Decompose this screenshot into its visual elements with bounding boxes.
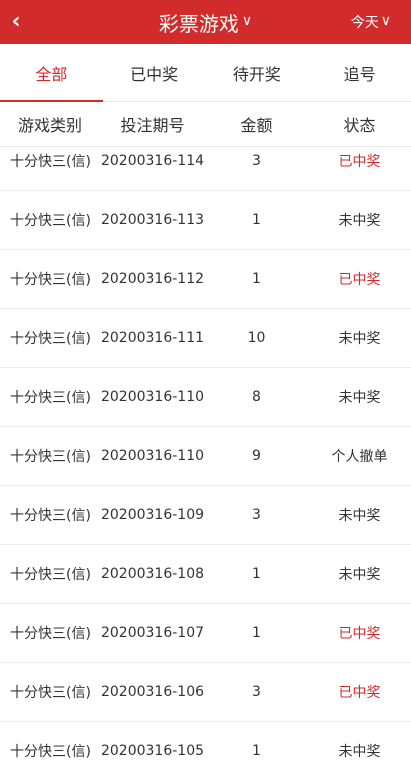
tab-chase[interactable]: 追号 [308,44,411,101]
table-row[interactable]: 十分快三(信) 20200316-108 1 未中奖 [0,545,411,604]
table-row[interactable]: 十分快三(信) 20200316-107 1 已中奖 [0,604,411,663]
cell-game-type: 十分快三(信) [10,213,91,229]
page-title: 彩票游戏 [158,11,239,36]
cell-period: 20200316-110 [100,389,205,405]
cell-amount: 10 [247,330,266,346]
cell-period: 20200316-106 [100,684,205,700]
cell-amount: 1 [252,212,261,228]
date-range-label: 今天 [350,15,379,31]
date-range-dropdown[interactable]: 今天 ∨ [351,0,391,44]
cell-status: 未中奖 [338,213,381,229]
cell-period: 20200316-108 [100,566,205,582]
cell-amount: 1 [252,271,261,287]
header-period: 投注期号 [120,116,185,135]
cell-status: 未中奖 [338,744,381,760]
cell-game-type: 十分快三(信) [10,508,91,524]
tab-won[interactable]: 已中奖 [103,44,206,101]
tab-pending[interactable]: 待开奖 [206,44,309,101]
cell-status: 未中奖 [338,390,381,406]
cell-amount: 1 [252,743,261,759]
tab-bar: 全部 已中奖 待开奖 追号 [0,44,411,102]
cell-period: 20200316-110 [100,448,205,464]
cell-period: 20200316-105 [100,743,205,759]
header-game-type: 游戏类别 [17,116,82,135]
table-row[interactable]: 十分快三(信) 20200316-105 1 未中奖 [0,722,411,776]
cell-amount: 1 [252,566,261,582]
cell-status: 已中奖 [338,626,381,642]
cell-period: 20200316-112 [100,271,205,287]
cell-amount: 3 [252,507,261,523]
chevron-down-icon: ∨ [241,13,253,29]
cell-status: 未中奖 [338,508,381,524]
cell-amount: 3 [252,684,261,700]
cell-period: 20200316-107 [100,625,205,641]
cell-amount: 3 [252,153,261,169]
cell-amount: 9 [252,448,261,464]
table-row[interactable]: 十分快三(信) 20200316-106 3 已中奖 [0,663,411,722]
cell-game-type: 十分快三(信) [10,390,91,406]
table-row[interactable]: 十分快三(信) 20200316-113 1 未中奖 [0,191,411,250]
cell-amount: 1 [252,625,261,641]
table-row[interactable]: 十分快三(信) 20200316-110 9 个人撤单 [0,427,411,486]
table-row[interactable]: 十分快三(信) 20200316-110 8 未中奖 [0,368,411,427]
table-row[interactable]: 十分快三(信) 20200316-112 1 已中奖 [0,250,411,309]
cell-period: 20200316-114 [100,153,205,169]
cell-game-type: 十分快三(信) [10,449,91,465]
header-amount: 金额 [240,116,273,135]
tab-all[interactable]: 全部 [0,44,103,102]
cell-amount: 8 [252,389,261,405]
table-row[interactable]: 十分快三(信) 20200316-114 3 已中奖 [0,146,411,191]
cell-status: 已中奖 [338,272,381,288]
chevron-down-icon: ∨ [380,13,391,29]
cell-period: 20200316-111 [100,330,205,346]
cell-status: 个人撤单 [331,449,388,465]
bet-record-list[interactable]: 十分快三(信) 20200316-114 3 已中奖 十分快三(信) 20200316-1… [0,146,411,776]
cell-period: 20200316-109 [100,507,205,523]
header-status: 状态 [343,116,376,135]
cell-game-type: 十分快三(信) [10,154,91,170]
cell-status: 未中奖 [338,331,381,347]
title-dropdown[interactable]: 彩票游戏 ∨ [0,0,411,44]
cell-game-type: 十分快三(信) [10,744,91,760]
table-header: 游戏类别 投注期号 金额 状态 [0,102,411,147]
cell-status: 已中奖 [338,154,381,170]
cell-game-type: 十分快三(信) [10,272,91,288]
top-bar: ‹ 彩票游戏 ∨ 今天 ∨ [0,0,411,44]
table-row[interactable]: 十分快三(信) 20200316-109 3 未中奖 [0,486,411,545]
table-row[interactable]: 十分快三(信) 20200316-111 10 未中奖 [0,309,411,368]
cell-status: 未中奖 [338,567,381,583]
cell-game-type: 十分快三(信) [10,331,91,347]
cell-game-type: 十分快三(信) [10,567,91,583]
cell-status: 已中奖 [338,685,381,701]
cell-game-type: 十分快三(信) [10,626,91,642]
cell-period: 20200316-113 [100,212,205,228]
cell-game-type: 十分快三(信) [10,685,91,701]
